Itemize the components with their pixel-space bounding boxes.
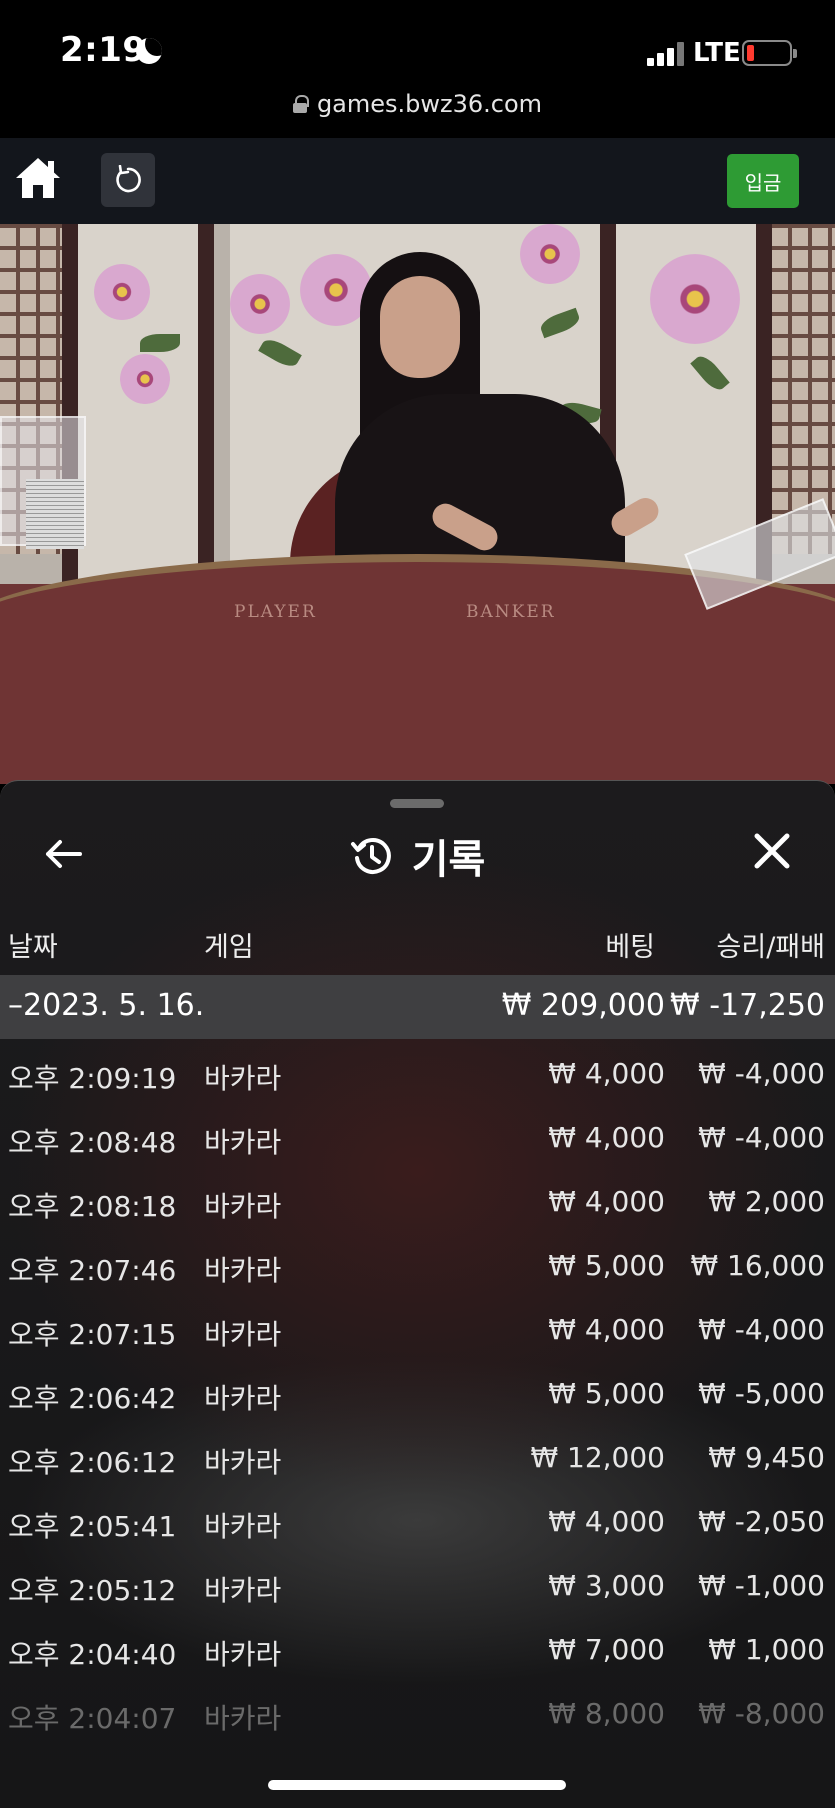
row-bet: ₩ 5,000 (548, 1377, 665, 1410)
home-button[interactable] (14, 156, 62, 200)
row-bet: ₩ 7,000 (548, 1633, 665, 1666)
row-game: 바카라 (204, 1382, 282, 1415)
row-bet: ₩ 3,000 (548, 1569, 665, 1602)
row-win-loss: ₩ -4,000 (698, 1057, 825, 1090)
row-bet: ₩ 5,000 (548, 1249, 665, 1282)
date-summary-row[interactable]: –2023. 5. 16. ₩ 209,000 ₩ -17,250 (0, 975, 835, 1039)
history-row[interactable]: 오후 2:09:19 바카라 ₩ 4,000 ₩ -4,000 (0, 1043, 835, 1107)
row-game: 바카라 (204, 1638, 282, 1671)
row-win-loss: ₩ -4,000 (698, 1313, 825, 1346)
close-button[interactable] (752, 831, 792, 871)
address-bar[interactable]: games.bwz36.com (0, 88, 835, 138)
network-label: LTE (693, 38, 741, 68)
history-row[interactable]: 오후 2:05:41 바카라 ₩ 4,000 ₩ -2,050 (0, 1491, 835, 1555)
history-row[interactable]: 오후 2:06:12 바카라 ₩ 12,000 ₩ 9,450 (0, 1427, 835, 1491)
live-video: PLAYER BANKER (0, 224, 835, 784)
row-win-loss: ₩ 9,450 (708, 1441, 825, 1474)
row-game: 바카라 (204, 1062, 282, 1095)
home-icon (16, 158, 60, 198)
row-time: 오후 2:06:12 (8, 1446, 177, 1479)
row-time: 오후 2:07:46 (8, 1254, 177, 1287)
row-time: 오후 2:05:41 (8, 1510, 177, 1543)
url-text: games.bwz36.com (316, 90, 543, 118)
row-bet: ₩ 4,000 (548, 1185, 665, 1218)
row-time: 오후 2:04:07 (8, 1702, 177, 1735)
row-time: 오후 2:07:15 (8, 1318, 177, 1351)
reload-button[interactable] (101, 153, 155, 207)
row-win-loss: ₩ -5,000 (698, 1377, 825, 1410)
row-win-loss: ₩ -4,000 (698, 1121, 825, 1154)
row-win-loss: ₩ -1,000 (698, 1569, 825, 1602)
row-game: 바카라 (204, 1510, 282, 1543)
history-row[interactable]: 오후 2:04:07 바카라 ₩ 8,000 ₩ -8,000 (0, 1683, 835, 1747)
row-game: 바카라 (204, 1702, 282, 1735)
status-time: 2:19 (60, 30, 147, 70)
sheet-title: 기록 (0, 827, 835, 885)
history-row[interactable]: 오후 2:06:42 바카라 ₩ 5,000 ₩ -5,000 (0, 1363, 835, 1427)
row-time: 오후 2:08:48 (8, 1126, 177, 1159)
row-game: 바카라 (204, 1574, 282, 1607)
history-row[interactable]: 오후 2:08:48 바카라 ₩ 4,000 ₩ -4,000 (0, 1107, 835, 1171)
row-game: 바카라 (204, 1126, 282, 1159)
row-game: 바카라 (204, 1254, 282, 1287)
row-time: 오후 2:06:42 (8, 1382, 177, 1415)
history-row[interactable]: 오후 2:05:12 바카라 ₩ 3,000 ₩ -1,000 (0, 1555, 835, 1619)
game-toolbar: 입금 (0, 138, 835, 224)
table-label-banker: BANKER (466, 602, 556, 622)
table-label-player: PLAYER (234, 602, 317, 622)
row-game: 바카라 (204, 1190, 282, 1223)
home-indicator[interactable] (268, 1780, 566, 1790)
row-time: 오후 2:04:40 (8, 1638, 177, 1671)
row-time: 오후 2:05:12 (8, 1574, 177, 1607)
history-sheet: 기록 날짜 게임 베팅 승리/패배 –2023. 5. 16. ₩ 209,00… (0, 780, 835, 1808)
row-game: 바카라 (204, 1318, 282, 1351)
lock-icon (292, 95, 309, 113)
row-win-loss: ₩ -8,000 (698, 1697, 825, 1730)
column-header-bet: 베팅 (605, 932, 655, 963)
column-header-date: 날짜 (8, 932, 58, 963)
row-win-loss: ₩ 2,000 (708, 1185, 825, 1218)
history-icon (350, 837, 391, 874)
row-bet: ₩ 4,000 (548, 1121, 665, 1154)
summary-bet: ₩ 209,000 (501, 988, 665, 1023)
history-row[interactable]: 오후 2:04:40 바카라 ₩ 7,000 ₩ 1,000 (0, 1619, 835, 1683)
column-header-win-loss: 승리/패배 (716, 932, 825, 963)
moon-icon (136, 38, 162, 64)
row-win-loss: ₩ -2,050 (698, 1505, 825, 1538)
row-bet: ₩ 4,000 (548, 1505, 665, 1538)
battery-icon (742, 40, 797, 66)
summary-date: –2023. 5. 16. (8, 988, 205, 1023)
history-title: 기록 (411, 837, 486, 883)
close-icon (754, 833, 790, 869)
summary-win-loss: ₩ -17,250 (670, 988, 825, 1023)
row-bet: ₩ 4,000 (548, 1057, 665, 1090)
row-bet: ₩ 8,000 (548, 1697, 665, 1730)
row-win-loss: ₩ 16,000 (690, 1249, 825, 1282)
sheet-grabber[interactable] (390, 799, 444, 808)
row-bet: ₩ 4,000 (548, 1313, 665, 1346)
row-win-loss: ₩ 1,000 (708, 1633, 825, 1666)
row-time: 오후 2:08:18 (8, 1190, 177, 1223)
row-bet: ₩ 12,000 (530, 1441, 665, 1474)
row-time: 오후 2:09:19 (8, 1062, 177, 1095)
history-row[interactable]: 오후 2:08:18 바카라 ₩ 4,000 ₩ 2,000 (0, 1171, 835, 1235)
signal-icon (647, 42, 687, 66)
history-row[interactable]: 오후 2:07:46 바카라 ₩ 5,000 ₩ 16,000 (0, 1235, 835, 1299)
row-game: 바카라 (204, 1446, 282, 1479)
reload-icon (116, 165, 141, 193)
deposit-button[interactable]: 입금 (727, 154, 799, 208)
history-row[interactable]: 오후 2:07:15 바카라 ₩ 4,000 ₩ -4,000 (0, 1299, 835, 1363)
status-bar: 2:19 LTE (0, 0, 835, 88)
column-header-game: 게임 (204, 932, 254, 963)
